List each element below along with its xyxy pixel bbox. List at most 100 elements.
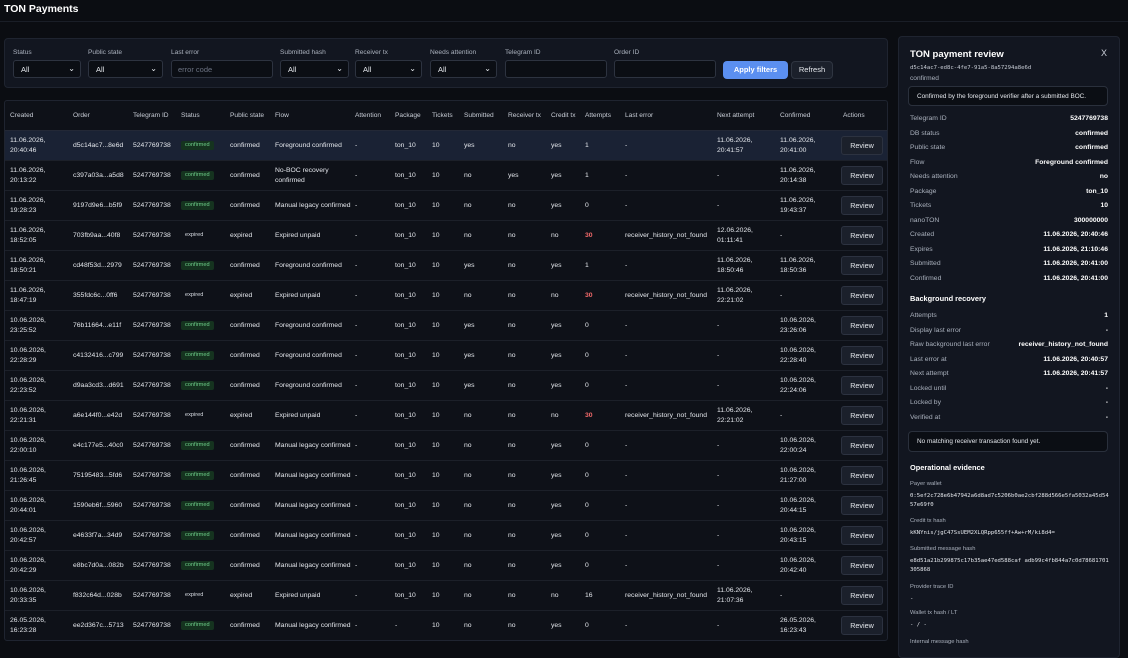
cell-tg: 5247769738 xyxy=(133,371,179,400)
cell-text: - xyxy=(717,531,720,539)
cell-text: ee2d367c...5713 xyxy=(73,621,124,629)
cell-order: c4132416...c799 xyxy=(73,341,131,370)
table-row[interactable]: 11.06.2026, 20:13:22 c397a03a...a5d8 52477… xyxy=(5,161,887,191)
table-row[interactable]: 10.06.2026, 23:25:52 76b11664...e11f 52477… xyxy=(5,311,887,341)
public-state-select[interactable]: All ⌄ xyxy=(88,60,163,78)
filter-needs-attention-label: Needs attention xyxy=(430,49,477,56)
table-row[interactable]: 10.06.2026, 21:26:45 75195483...5fd6 52477… xyxy=(5,461,887,491)
status-badge: expired xyxy=(185,591,204,598)
cell-credit: yes xyxy=(551,551,583,580)
cell-public-state: confirmed xyxy=(230,341,273,370)
filter-last-error-label: Last error xyxy=(171,49,200,56)
review-button[interactable]: Review xyxy=(841,586,883,605)
review-button[interactable]: Review xyxy=(841,316,883,335)
review-button[interactable]: Review xyxy=(841,166,883,185)
cell-next-attempt: - xyxy=(717,611,778,640)
review-button[interactable]: Review xyxy=(841,256,883,275)
review-button[interactable]: Review xyxy=(841,556,883,575)
cell-last-error: - xyxy=(625,521,715,550)
table-row[interactable]: 10.06.2026, 22:00:10 e4c177e5...40c0 52477… xyxy=(5,431,887,461)
cell-next-attempt: - xyxy=(717,551,778,580)
status-select[interactable]: All ⌄ xyxy=(13,60,81,78)
filter-receiver-tx-label: Receiver tx xyxy=(355,49,388,56)
table-row[interactable]: 10.06.2026, 22:28:29 c4132416...c799 52477… xyxy=(5,341,887,371)
cell-package: ton_10 xyxy=(395,551,430,580)
column-header-credit-tx: Credit tx xyxy=(551,111,576,119)
status-note: Confirmed by the foreground verifier aft… xyxy=(908,86,1108,106)
filter-public-state: Public state All ⌄ xyxy=(88,49,163,78)
cell-attempts: 0 xyxy=(585,431,623,460)
cell-package: ton_10 xyxy=(395,371,430,400)
table-row[interactable]: 10.06.2026, 22:23:52 d9aa3cd3...d691 52477… xyxy=(5,371,887,401)
review-button[interactable]: Review xyxy=(841,466,883,485)
status-badge: expired xyxy=(185,231,204,238)
review-button[interactable]: Review xyxy=(841,286,883,305)
review-button[interactable]: Review xyxy=(841,136,883,155)
filter-status-label: Status xyxy=(13,49,32,56)
cell-text: no xyxy=(508,261,516,269)
table-row[interactable]: 11.06.2026, 18:50:21 cd48f53d...2979 52477… xyxy=(5,251,887,281)
review-button[interactable]: Review xyxy=(841,496,883,515)
cell-public-state: expired xyxy=(230,281,273,310)
cell-tg: 5247769738 xyxy=(133,581,179,610)
review-button[interactable]: Review xyxy=(841,616,883,635)
table-row[interactable]: 10.06.2026, 20:44:01 1590eb6f...5960 52477… xyxy=(5,491,887,521)
review-button[interactable]: Review xyxy=(841,406,883,425)
cell-attention: - xyxy=(355,191,393,220)
cell-receiver: yes xyxy=(508,161,549,190)
table-row[interactable]: 11.06.2026, 19:28:23 9197d9e6...b5f9 52477… xyxy=(5,191,887,221)
cell-confirmed: - xyxy=(780,221,840,250)
cell-attempts: 30 xyxy=(585,221,623,250)
cell-text: 10 xyxy=(432,381,440,389)
cell-flow: Foreground confirmed xyxy=(275,251,353,280)
cell-submitted: no xyxy=(464,521,506,550)
column-header-receiver-tx: Receiver tx xyxy=(508,111,541,119)
submitted-hash-select[interactable]: All ⌄ xyxy=(280,60,349,78)
cell-text: ton_10 xyxy=(395,591,416,599)
review-button[interactable]: Review xyxy=(841,526,883,545)
status-badge: confirmed xyxy=(181,620,214,631)
cell-next-attempt: - xyxy=(717,371,778,400)
table-row[interactable]: 26.05.2026, 16:23:28 ee2d367c...5713 52477… xyxy=(5,611,887,640)
table-row[interactable]: 10.06.2026, 20:42:57 e4633f7a...34d9 52477… xyxy=(5,521,887,551)
cell-created: 11.06.2026, 20:13:22 xyxy=(10,161,70,190)
review-button[interactable]: Review xyxy=(841,436,883,455)
table-row[interactable]: 10.06.2026, 20:42:29 e8bc7d0a...082b 52477… xyxy=(5,551,887,581)
close-icon[interactable]: X xyxy=(1101,48,1107,58)
needs-attention-select[interactable]: All ⌄ xyxy=(430,60,497,78)
cell-last-error: - xyxy=(625,491,715,520)
cell-flow: Expired unpaid xyxy=(275,401,353,430)
last-error-input[interactable]: error code xyxy=(171,60,273,78)
review-button[interactable]: Review xyxy=(841,376,883,395)
cell-text: no xyxy=(508,231,516,239)
cell-text: 10 xyxy=(432,621,440,629)
cell-tickets: 10 xyxy=(432,161,462,190)
review-button[interactable]: Review xyxy=(841,346,883,365)
table-row[interactable]: 11.06.2026, 20:40:46 d5c14ac7...8e6d 52477… xyxy=(5,131,887,161)
table-row[interactable]: 10.06.2026, 20:33:35 f832c64d...028b 52477… xyxy=(5,581,887,611)
telegram-id-input[interactable] xyxy=(505,60,607,78)
cell-text: - xyxy=(355,141,358,149)
refresh-button[interactable]: Refresh xyxy=(791,61,833,79)
cell-text: - xyxy=(625,261,628,269)
review-button[interactable]: Review xyxy=(841,196,883,215)
detail-value: 11.06.2026, 20:40:57 xyxy=(1043,355,1108,363)
detail-value: 300000000 xyxy=(1073,216,1108,224)
cell-receiver: no xyxy=(508,341,549,370)
review-button[interactable]: Review xyxy=(841,226,883,245)
cell-submitted: no xyxy=(464,491,506,520)
table-row[interactable]: 11.06.2026, 18:47:19 355fdc6c...0ff6 52477… xyxy=(5,281,887,311)
table-row[interactable]: 11.06.2026, 18:52:05 703fb9aa...40f8 52477… xyxy=(5,221,887,251)
cell-text: 11.06.2026, 19:43:37 xyxy=(780,197,816,214)
order-id-input[interactable] xyxy=(614,60,716,78)
table-row[interactable]: 10.06.2026, 22:21:31 a6e144f0...e42d 52477… xyxy=(5,401,887,431)
receiver-tx-select[interactable]: All ⌄ xyxy=(355,60,422,78)
cell-text: 5247769738 xyxy=(133,441,171,449)
cell-text: - xyxy=(717,471,720,479)
cell-attempts: 16 xyxy=(585,581,623,610)
cell-text: 5247769738 xyxy=(133,321,171,329)
cell-created: 10.06.2026, 22:28:29 xyxy=(10,341,70,370)
apply-filters-button[interactable]: Apply filters xyxy=(723,61,788,79)
cell-created: 10.06.2026, 20:42:29 xyxy=(10,551,70,580)
cell-text: - xyxy=(625,381,628,389)
